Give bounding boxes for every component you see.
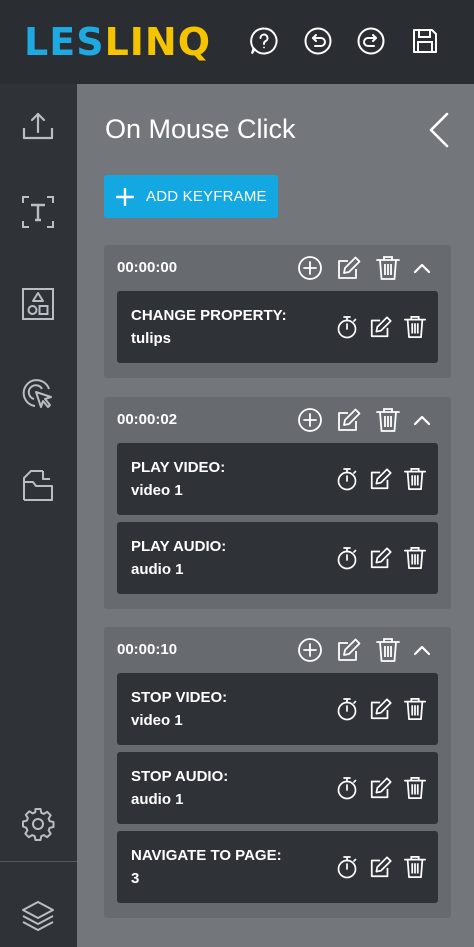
redo-icon[interactable]: [356, 26, 386, 56]
timer-icon[interactable]: [335, 776, 359, 800]
delete-action-icon[interactable]: [403, 467, 427, 491]
add-action-icon[interactable]: [297, 255, 323, 281]
timer-icon[interactable]: [335, 855, 359, 879]
interaction-icon[interactable]: [20, 376, 56, 412]
action-item[interactable]: NAVIGATE TO PAGE: 3: [117, 831, 438, 903]
action-type: PLAY VIDEO:: [131, 459, 226, 476]
action-type: NAVIGATE TO PAGE:: [131, 847, 282, 864]
action-target: tulips: [131, 330, 171, 347]
delete-action-icon[interactable]: [403, 855, 427, 879]
delete-keyframe-icon[interactable]: [375, 637, 401, 663]
logo-letter: I: [129, 20, 145, 64]
add-keyframe-label: ADD KEYFRAME: [146, 188, 267, 205]
logo-letter: Q: [177, 20, 212, 64]
delete-action-icon[interactable]: [403, 315, 427, 339]
logo-letter: L: [104, 20, 130, 64]
upload-icon[interactable]: [20, 108, 56, 144]
delete-action-icon[interactable]: [403, 546, 427, 570]
timer-icon[interactable]: [335, 697, 359, 721]
shapes-icon[interactable]: [20, 286, 56, 322]
keyframe-header: 00:00:10: [104, 627, 451, 671]
help-icon[interactable]: [249, 26, 279, 56]
edit-action-icon[interactable]: [369, 776, 393, 800]
action-target: video 1: [131, 482, 183, 499]
chevron-left-icon[interactable]: [427, 110, 451, 150]
layers-icon[interactable]: [20, 898, 56, 934]
action-item[interactable]: STOP VIDEO: video 1: [117, 673, 438, 745]
action-target: audio 1: [131, 791, 184, 808]
timer-icon[interactable]: [335, 315, 359, 339]
plus-icon: [116, 187, 134, 206]
action-item[interactable]: PLAY VIDEO: video 1: [117, 443, 438, 515]
add-action-icon[interactable]: [297, 637, 323, 663]
edit-keyframe-icon[interactable]: [336, 637, 362, 663]
save-icon[interactable]: [410, 26, 440, 56]
top-bar: LESLINQ: [0, 0, 474, 84]
delete-keyframe-icon[interactable]: [375, 255, 401, 281]
undo-icon[interactable]: [303, 26, 333, 56]
action-item[interactable]: PLAY AUDIO: audio 1: [117, 522, 438, 594]
edit-action-icon[interactable]: [369, 315, 393, 339]
action-target: audio 1: [131, 561, 184, 578]
logo-letter: S: [76, 20, 105, 64]
keyframe-header: 00:00:02: [104, 397, 451, 441]
edit-action-icon[interactable]: [369, 697, 393, 721]
folder-icon[interactable]: [20, 468, 56, 504]
delete-action-icon[interactable]: [403, 697, 427, 721]
action-item[interactable]: CHANGE PROPERTY: tulips: [117, 291, 438, 363]
keyframe-time: 00:00:10: [117, 641, 178, 658]
collapse-icon[interactable]: [409, 637, 435, 663]
keyframe-time: 00:00:00: [117, 259, 178, 276]
logo-letter: N: [144, 20, 178, 64]
logo-letter: L: [24, 20, 50, 64]
action-target: video 1: [131, 712, 183, 729]
action-type: STOP VIDEO:: [131, 689, 228, 706]
settings-icon[interactable]: [20, 806, 56, 842]
action-type: PLAY AUDIO:: [131, 538, 227, 555]
leslinq-logo: LESLINQ: [24, 22, 211, 62]
keyframe-time: 00:00:02: [117, 411, 178, 428]
edit-action-icon[interactable]: [369, 467, 393, 491]
action-type: CHANGE PROPERTY:: [131, 307, 287, 324]
collapse-icon[interactable]: [409, 407, 435, 433]
edit-action-icon[interactable]: [369, 855, 393, 879]
panel-title: On Mouse Click: [105, 114, 296, 144]
delete-keyframe-icon[interactable]: [375, 407, 401, 433]
text-icon[interactable]: [20, 194, 56, 230]
edit-action-icon[interactable]: [369, 546, 393, 570]
sidebar-divider: [0, 861, 77, 862]
keyframe-panel: On Mouse Click ADD KEYFRAME 00:00:00 CHAN…: [77, 84, 474, 947]
edit-keyframe-icon[interactable]: [336, 407, 362, 433]
delete-action-icon[interactable]: [403, 776, 427, 800]
logo-letter: E: [49, 20, 77, 64]
action-type: STOP AUDIO:: [131, 768, 229, 785]
timer-icon[interactable]: [335, 467, 359, 491]
add-keyframe-button[interactable]: ADD KEYFRAME: [104, 175, 278, 218]
keyframe-group: 00:00:02 PLAY VIDEO: video 1 PLAY AUDIO: aud…: [104, 397, 451, 609]
edit-keyframe-icon[interactable]: [336, 255, 362, 281]
timer-icon[interactable]: [335, 546, 359, 570]
action-item[interactable]: STOP AUDIO: audio 1: [117, 752, 438, 824]
keyframe-group: 00:00:10 STOP VIDEO: video 1 STOP AUDIO: aud…: [104, 627, 451, 918]
collapse-icon[interactable]: [409, 255, 435, 281]
keyframe-header: 00:00:00: [104, 245, 451, 289]
add-action-icon[interactable]: [297, 407, 323, 433]
keyframe-group: 00:00:00 CHANGE PROPERTY: tulips: [104, 245, 451, 378]
left-sidebar: [0, 84, 77, 947]
action-target: 3: [131, 870, 140, 887]
